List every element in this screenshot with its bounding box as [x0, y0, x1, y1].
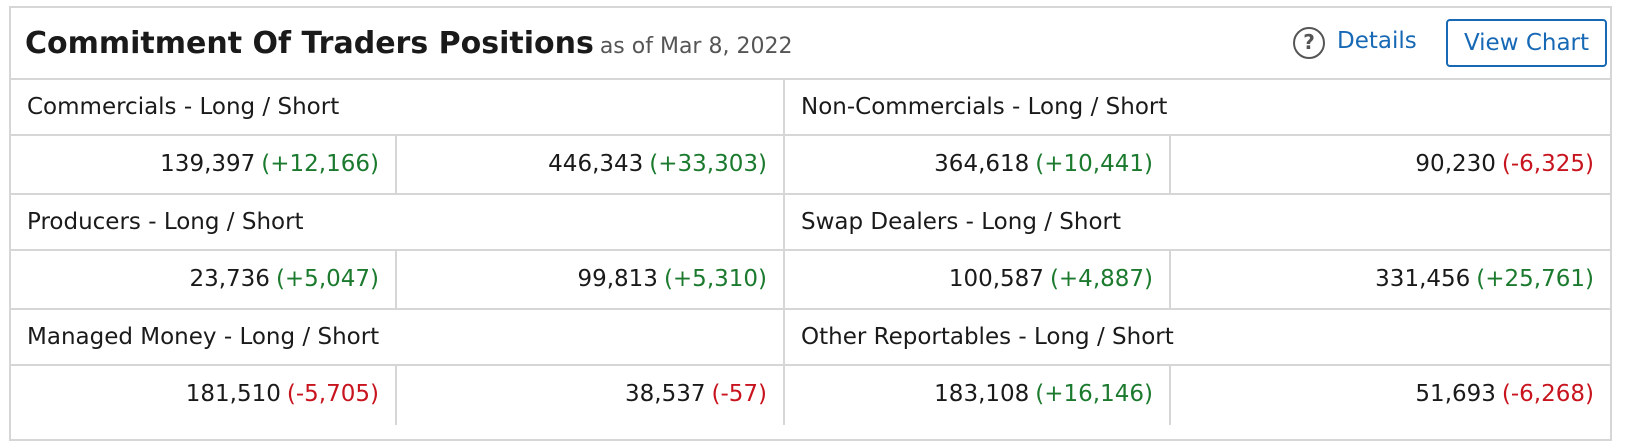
- value-row: 183,108 (+16,146) 51,693 (-6,268): [785, 366, 1610, 425]
- long-cell: 183,108 (+16,146): [785, 366, 1171, 425]
- short-value: 90,230: [1415, 151, 1496, 177]
- long-change: (+16,146): [1035, 381, 1153, 407]
- panel-header: Commitment Of Traders Positions as of Mar…: [11, 8, 1610, 80]
- group-label: Swap Dealers - Long / Short: [785, 195, 1610, 251]
- long-cell: 139,397 (+12,166): [11, 136, 397, 193]
- value-row: 100,587 (+4,887) 331,456 (+25,761): [785, 251, 1610, 310]
- short-change: (-6,325): [1501, 151, 1594, 177]
- group-label: Commercials - Long / Short: [11, 80, 783, 136]
- question-circle-icon[interactable]: ?: [1293, 27, 1325, 59]
- short-cell: 99,813 (+5,310): [397, 251, 783, 308]
- long-change: (+5,047): [275, 266, 379, 292]
- long-change: (+12,166): [261, 151, 379, 177]
- short-change: (+25,761): [1476, 266, 1594, 292]
- short-cell: 90,230 (-6,325): [1171, 136, 1610, 193]
- short-value: 99,813: [577, 266, 658, 292]
- long-value: 23,736: [189, 266, 270, 292]
- short-cell: 331,456 (+25,761): [1171, 251, 1610, 308]
- long-cell: 100,587 (+4,887): [785, 251, 1171, 308]
- details-link[interactable]: Details: [1337, 28, 1417, 54]
- short-cell: 51,693 (-6,268): [1171, 366, 1610, 425]
- short-value: 446,343: [548, 151, 644, 177]
- short-cell: 38,537 (-57): [397, 366, 783, 425]
- group-commercials: Commercials - Long / Short 139,397 (+12,1…: [11, 80, 785, 195]
- group-swap-dealers: Swap Dealers - Long / Short 100,587 (+4,8…: [785, 195, 1610, 310]
- long-value: 364,618: [934, 151, 1030, 177]
- long-change: (-5,705): [286, 381, 379, 407]
- view-chart-button[interactable]: View Chart: [1446, 19, 1607, 67]
- short-change: (-6,268): [1501, 381, 1594, 407]
- long-value: 139,397: [160, 151, 256, 177]
- long-value: 100,587: [948, 266, 1044, 292]
- long-change: (+10,441): [1035, 151, 1153, 177]
- group-label: Producers - Long / Short: [11, 195, 783, 251]
- cot-positions-panel: Commitment Of Traders Positions as of Mar…: [9, 6, 1612, 441]
- group-other-reportables: Other Reportables - Long / Short 183,108…: [785, 310, 1610, 425]
- group-label: Managed Money - Long / Short: [11, 310, 783, 366]
- group-producers: Producers - Long / Short 23,736 (+5,047) …: [11, 195, 785, 310]
- long-cell: 364,618 (+10,441): [785, 136, 1171, 193]
- positions-grid: Commercials - Long / Short 139,397 (+12,1…: [11, 80, 1610, 425]
- long-value: 181,510: [185, 381, 281, 407]
- group-non-commercials: Non-Commercials - Long / Short 364,618 (+…: [785, 80, 1610, 195]
- value-row: 364,618 (+10,441) 90,230 (-6,325): [785, 136, 1610, 195]
- panel-title: Commitment Of Traders Positions as of Mar…: [25, 26, 792, 61]
- short-change: (+5,310): [663, 266, 767, 292]
- short-value: 331,456: [1375, 266, 1471, 292]
- title-text: Commitment Of Traders Positions: [25, 26, 594, 61]
- short-change: (+33,303): [649, 151, 767, 177]
- long-change: (+4,887): [1049, 266, 1153, 292]
- long-cell: 23,736 (+5,047): [11, 251, 397, 308]
- short-change: (-57): [711, 381, 767, 407]
- value-row: 23,736 (+5,047) 99,813 (+5,310): [11, 251, 783, 310]
- long-value: 183,108: [934, 381, 1030, 407]
- group-label: Non-Commercials - Long / Short: [785, 80, 1610, 136]
- short-value: 38,537: [625, 381, 706, 407]
- as-of-date: as of Mar 8, 2022: [599, 34, 793, 59]
- short-cell: 446,343 (+33,303): [397, 136, 783, 193]
- group-managed-money: Managed Money - Long / Short 181,510 (-5,…: [11, 310, 785, 425]
- short-value: 51,693: [1415, 381, 1496, 407]
- group-label: Other Reportables - Long / Short: [785, 310, 1610, 366]
- value-row: 181,510 (-5,705) 38,537 (-57): [11, 366, 783, 425]
- value-row: 139,397 (+12,166) 446,343 (+33,303): [11, 136, 783, 195]
- long-cell: 181,510 (-5,705): [11, 366, 397, 425]
